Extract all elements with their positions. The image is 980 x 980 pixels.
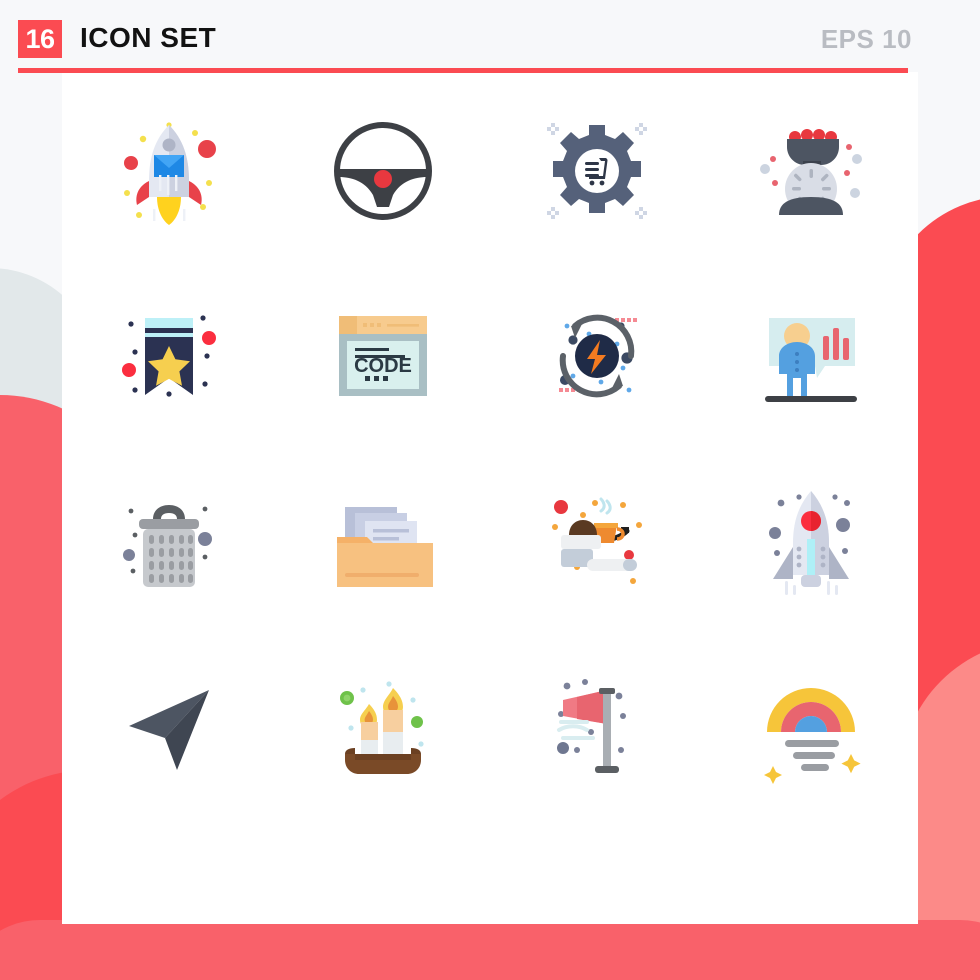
background-blob-bottom [0, 920, 980, 980]
rocket-spaceship-icon [769, 490, 850, 595]
page-title: ICON SET [80, 22, 217, 53]
icon-cell-gear-cart[interactable] [490, 78, 704, 263]
icon-cell-coffee-machine[interactable] [490, 448, 704, 633]
icon-cell-cheese-grater[interactable] [62, 448, 276, 633]
icon-cell-presentation-person[interactable] [704, 263, 918, 448]
icon-cell-send-cursor[interactable] [62, 633, 276, 818]
icon-cell-windsock[interactable] [490, 633, 704, 818]
rocket-email-icon [124, 121, 216, 225]
bookmark-star-icon [122, 314, 216, 397]
icon-count-badge: 16 [18, 20, 62, 58]
juicer-appliance-icon [760, 128, 862, 215]
icon-cell-rocket-email[interactable] [62, 78, 276, 263]
icon-cell-steering-wheel[interactable] [276, 78, 490, 263]
folder-documents-icon [337, 506, 433, 587]
send-cursor-icon [129, 689, 209, 770]
icon-cell-renewable-energy[interactable] [490, 263, 704, 448]
presentation-person-icon [765, 317, 857, 402]
code-window-text: CODE [354, 355, 412, 377]
icon-cell-candles[interactable] [276, 633, 490, 818]
steering-wheel-icon [334, 121, 432, 220]
icon-cell-folder-documents[interactable] [276, 448, 490, 633]
rainbow-sunset-icon [764, 687, 861, 784]
renewable-energy-icon [559, 314, 637, 397]
icon-cell-code-window[interactable]: CODE [276, 263, 490, 448]
eps-version-label: EPS 10 [820, 24, 912, 54]
icon-grid: CODE [62, 78, 918, 924]
icon-cell-bookmark-star[interactable] [62, 263, 276, 448]
icon-cell-juicer[interactable] [704, 78, 918, 263]
coffee-machine-icon [552, 497, 642, 584]
icon-cell-rainbow[interactable] [704, 633, 918, 818]
icon-cell-rocket-spaceship[interactable] [704, 448, 918, 633]
windsock-icon [557, 678, 626, 773]
header-bar: 16 ICON SET EPS 10 [0, 0, 980, 72]
cheese-grater-icon [123, 504, 212, 587]
gear-shopping-cart-icon [547, 122, 647, 219]
icon-set-canvas: 16 ICON SET EPS 10 CODE [0, 0, 980, 980]
code-window-icon: CODE [339, 315, 427, 396]
candles-icon [340, 680, 424, 774]
header-divider [18, 68, 908, 73]
